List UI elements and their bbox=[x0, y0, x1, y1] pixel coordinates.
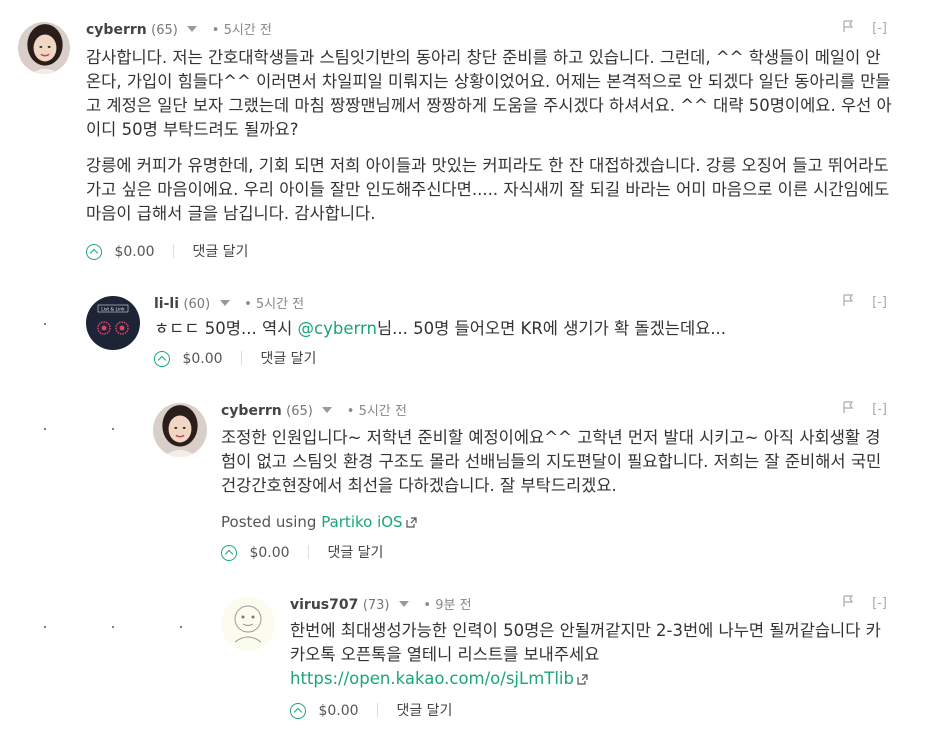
flag-icon[interactable] bbox=[842, 294, 854, 311]
avatar[interactable] bbox=[18, 22, 70, 74]
comment-body: 한번에 최대생성가능한 인력이 50명은 안될꺼같지만 2-3번에 나누면 될꺼… bbox=[290, 619, 896, 692]
upvote-icon[interactable] bbox=[86, 244, 102, 260]
collapse-button[interactable]: [-] bbox=[872, 295, 887, 310]
comment-1: cyberrn (65) • 5시간 전 [-] 감사합니다. 저는 간호대학생… bbox=[18, 20, 928, 272]
flag-icon[interactable] bbox=[842, 595, 854, 612]
comment-paragraph: 한번에 최대생성가능한 인력이 50명은 안될꺼같지만 2-3번에 나누면 될꺼… bbox=[290, 621, 881, 664]
thread-dot bbox=[112, 626, 114, 628]
caret-down-icon[interactable] bbox=[322, 407, 333, 413]
reputation: (73) bbox=[362, 598, 390, 613]
thread-dot bbox=[44, 323, 46, 325]
comment-3: cyberrn (65) • 5시간 전 [-] 조정한 인원입니다~ 저학년 … bbox=[153, 401, 928, 573]
avatar[interactable] bbox=[221, 597, 275, 651]
flag-icon[interactable] bbox=[842, 20, 854, 37]
thread-dot bbox=[180, 626, 182, 628]
comment-body: 조정한 인원입니다~ 저학년 준비할 예정이에요^^ 고학년 먼저 발대 시키고… bbox=[221, 426, 889, 535]
author-name[interactable]: cyberrn bbox=[86, 22, 147, 38]
comment-text: ㅎㄷㄷ 50명... 역시 bbox=[154, 319, 298, 338]
comment-paragraph: 감사합니다. 저는 간호대학생들과 스팀잇기반의 동아리 창단 준비를 하고 있… bbox=[86, 48, 892, 139]
divider bbox=[241, 351, 242, 365]
divider bbox=[173, 244, 174, 258]
avatar-list-link-icon: List & Link bbox=[86, 296, 140, 350]
comment-text: 님... 50명 들어오면 KR에 생기가 확 돌겠는데요... bbox=[376, 319, 727, 338]
comment-paragraph: 강릉에 커피가 유명한데, 기회 되면 저희 아이들과 맛있는 커피라도 한 잔… bbox=[86, 156, 890, 223]
comment-paragraph: 조정한 인원입니다~ 저학년 준비할 예정이에요^^ 고학년 먼저 발대 시키고… bbox=[221, 428, 882, 495]
author-name[interactable]: li-li bbox=[154, 296, 179, 312]
posted-using-label: Posted using bbox=[221, 513, 322, 531]
comment-body: ㅎㄷㄷ 50명... 역시 @cyberrn님... 50명 들어오면 KR에 … bbox=[154, 317, 914, 341]
avatar[interactable] bbox=[153, 403, 207, 457]
comment-body: 감사합니다. 저는 간호대학생들과 스팀잇기반의 동아리 창단 준비를 하고 있… bbox=[86, 46, 898, 226]
avatar-portrait-icon bbox=[153, 403, 207, 457]
posted-using: Posted using Partiko iOS bbox=[221, 510, 889, 535]
external-link-icon bbox=[577, 668, 588, 692]
avatar[interactable]: List & Link bbox=[86, 296, 140, 350]
upvote-icon[interactable] bbox=[221, 545, 237, 561]
divider bbox=[308, 545, 309, 559]
reputation: (60) bbox=[183, 297, 211, 312]
external-link-icon bbox=[405, 511, 417, 535]
timestamp[interactable]: • 5시간 전 bbox=[244, 297, 304, 312]
flag-icon[interactable] bbox=[842, 401, 854, 418]
upvote-icon[interactable] bbox=[290, 703, 306, 719]
partiko-link[interactable]: Partiko iOS bbox=[321, 513, 402, 531]
thread-dot bbox=[112, 428, 114, 430]
author-name[interactable]: cyberrn bbox=[221, 403, 282, 419]
reply-button[interactable]: 댓글 달기 bbox=[327, 545, 383, 561]
collapse-button[interactable]: [-] bbox=[872, 21, 887, 36]
timestamp[interactable]: • 5시간 전 bbox=[212, 23, 272, 38]
reply-button[interactable]: 댓글 달기 bbox=[192, 244, 248, 260]
reputation: (65) bbox=[151, 23, 178, 38]
thread-dot bbox=[44, 428, 46, 430]
collapse-button[interactable]: [-] bbox=[872, 596, 887, 611]
payout[interactable]: $0.00 bbox=[114, 244, 154, 260]
reply-button[interactable]: 댓글 달기 bbox=[260, 351, 316, 367]
reputation: (65) bbox=[286, 404, 313, 419]
divider bbox=[377, 703, 378, 717]
comment-4: virus707 (73) • 9분 전 [-] 한번에 최대생성가능한 인력이… bbox=[221, 595, 928, 727]
comment-2: List & Link li-li (60) • 5시간 전 [-] ㅎㄷㄷ 5… bbox=[86, 294, 928, 376]
timestamp[interactable]: • 9분 전 bbox=[423, 598, 471, 613]
caret-down-icon[interactable] bbox=[187, 26, 198, 32]
avatar-doodle-icon bbox=[221, 597, 275, 651]
avatar-label: List & Link bbox=[101, 307, 125, 313]
payout[interactable]: $0.00 bbox=[182, 351, 222, 367]
payout[interactable]: $0.00 bbox=[318, 703, 358, 719]
avatar-portrait-icon bbox=[18, 22, 70, 74]
collapse-button[interactable]: [-] bbox=[872, 402, 887, 417]
reply-button[interactable]: 댓글 달기 bbox=[396, 703, 452, 719]
kakao-link[interactable]: https://open.kakao.com/o/sjLmTlib bbox=[290, 669, 574, 688]
payout[interactable]: $0.00 bbox=[249, 545, 289, 561]
author-name[interactable]: virus707 bbox=[290, 597, 358, 613]
upvote-icon[interactable] bbox=[154, 351, 170, 367]
mention-link[interactable]: @cyberrn bbox=[298, 319, 377, 338]
caret-down-icon[interactable] bbox=[219, 300, 230, 306]
caret-down-icon[interactable] bbox=[398, 601, 409, 607]
timestamp[interactable]: • 5시간 전 bbox=[347, 404, 407, 419]
thread-dot bbox=[44, 626, 46, 628]
